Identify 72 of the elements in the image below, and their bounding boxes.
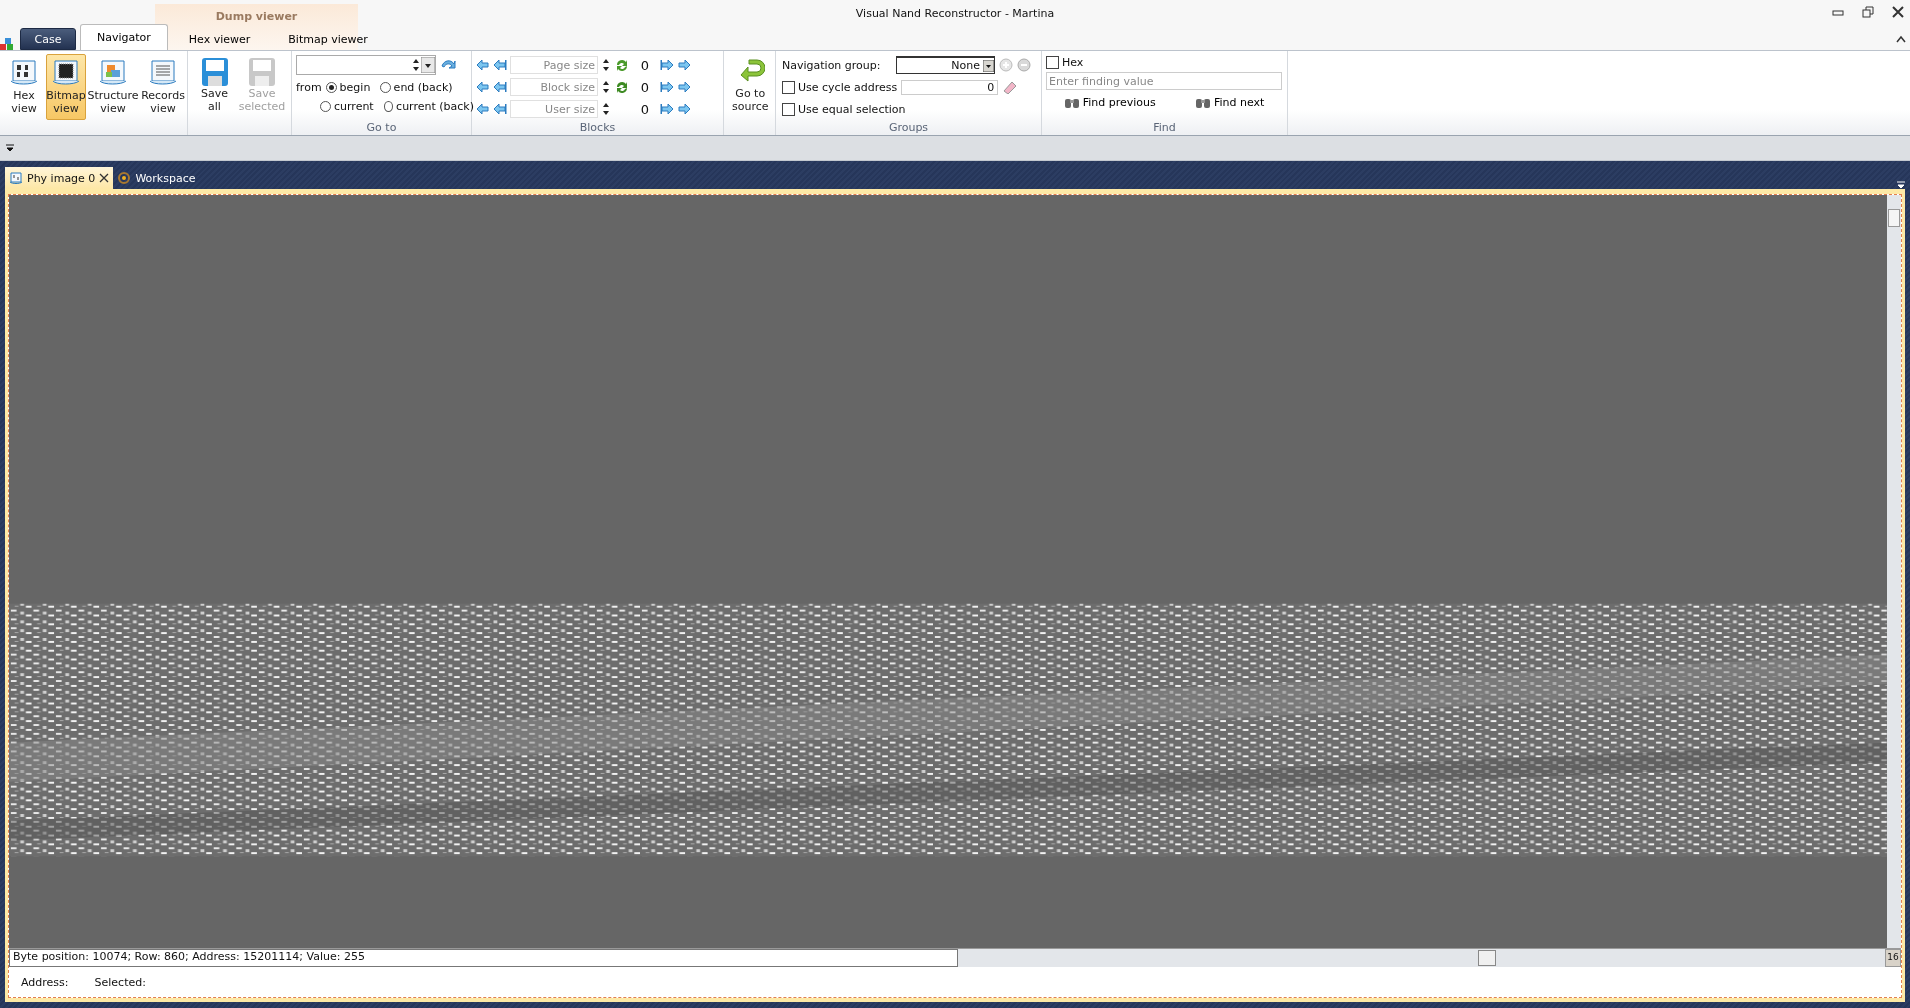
next-arrow-icon [677,59,691,71]
add-icon [999,58,1013,72]
recycle-arrows-icon [614,79,630,95]
size-value: 0 [639,79,651,95]
from-radio[interactable]: current (back) [384,99,474,113]
option-checkbox[interactable]: Use equal selection [782,102,906,116]
from-label: from [296,80,322,94]
first-arrow-icon [493,81,507,93]
next-arrow-icon [677,103,691,115]
document-tab[interactable]: Workspace [113,167,200,189]
vertical-scrollbar[interactable] [1887,195,1901,948]
address-label: Address: [21,975,69,989]
first-arrow-icon [493,59,507,71]
navigation-group-select[interactable]: None [896,56,995,74]
view-button[interactable]: Bitmap view [46,54,86,120]
next-arrow-icon [677,81,691,93]
save-button[interactable]: Save all [194,54,235,120]
group-label: Blocks [578,121,617,135]
first-arrow-icon [493,103,507,115]
option-checkbox[interactable]: Use cycle address [782,80,898,94]
view-button[interactable]: Hex view [6,54,42,120]
previous-arrow-icon [476,81,490,93]
size-value: 0 [639,57,651,73]
size-field[interactable]: Block size [510,78,598,96]
size-value: 0 [639,101,651,117]
view-button[interactable]: Records view [140,54,186,120]
window-title: Visual Nand Reconstructor - Martina [855,7,1055,20]
ribbon-tab[interactable]: Bitmap viewer [271,28,385,50]
hex-checkbox[interactable]: Hex [1046,54,1282,70]
view-button[interactable]: Structure view [90,54,136,120]
group-label: Go to [365,121,398,135]
from-radio[interactable]: begin [325,80,376,94]
size-field[interactable]: Page size [510,56,598,74]
goto-address-field[interactable] [296,55,436,75]
close-icon [1892,6,1904,18]
go-arrow-icon [440,58,456,72]
from-radio[interactable]: end (back) [379,80,460,94]
customize-toolbar-icon [6,144,14,152]
navigation-group-label: Navigation group: [782,58,882,72]
ship-wheel-icon [117,171,132,185]
previous-arrow-icon [476,59,490,71]
group-label: Find [1152,121,1177,135]
zoom-indicator: 16 [1885,949,1901,967]
group-label: Groups [887,121,930,135]
app-menu-button[interactable]: Case [20,28,76,50]
cycle-address-field[interactable]: 0 [901,79,999,95]
find-button[interactable]: Find previous [1059,93,1160,111]
find-value-field[interactable]: Enter finding value [1046,72,1282,90]
position-info-field: Byte position: 10074; Row: 860; Address: 15201114; Value: 255 [9,949,958,967]
recycle-arrows-icon [614,57,630,73]
selected-label: Selected: [94,975,146,989]
app-logo-icon [0,38,14,50]
restore-icon [1862,6,1874,18]
ribbon-tab[interactable]: Hex viewer [171,28,268,50]
go-to-source-button[interactable]: Go to source [730,54,771,120]
document-tab[interactable]: Phy image 0 [5,167,114,189]
size-field[interactable]: User size [510,100,598,118]
last-arrow-icon [660,59,674,71]
eraser-icon [1002,80,1019,94]
last-arrow-icon [660,81,674,93]
find-button[interactable]: Find next [1190,93,1269,111]
from-radio[interactable]: current [320,99,380,113]
context-group-label: Dump viewer [214,10,299,23]
dropdown-arrow-icon [983,59,994,72]
last-arrow-icon [660,103,674,115]
collapse-ribbon-icon [1896,35,1906,43]
dropdown-arrow-icon [421,57,435,73]
tab-menu-icon [1897,181,1905,189]
close-icon [99,173,110,183]
ribbon-tab[interactable]: Navigator [80,24,168,50]
remove-icon [1017,58,1031,72]
previous-arrow-icon [476,103,490,115]
